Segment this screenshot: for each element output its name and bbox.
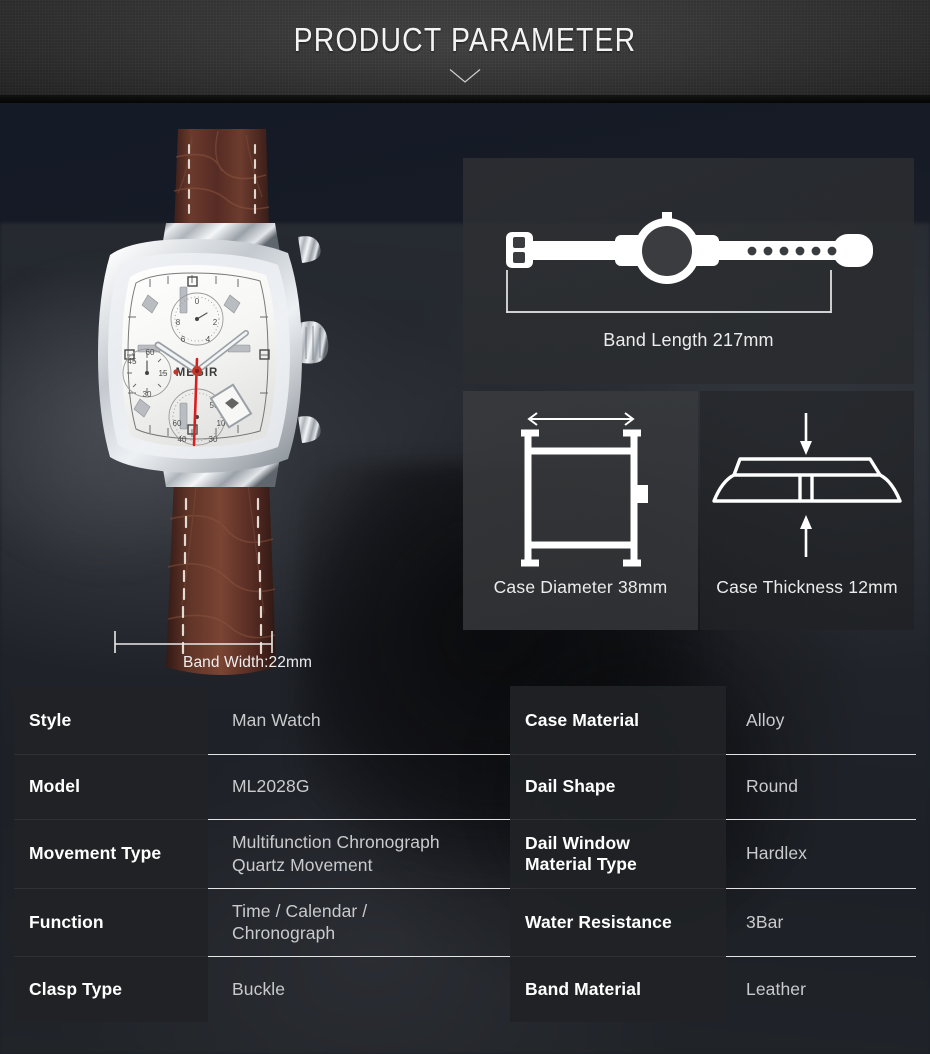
table-row: Style Man Watch Case Material Alloy bbox=[0, 686, 930, 754]
svg-text:6: 6 bbox=[181, 335, 186, 344]
spec-label-style: Style bbox=[14, 686, 208, 754]
spec-value-clasp-type: Buckle bbox=[232, 978, 286, 999]
svg-text:40: 40 bbox=[178, 435, 187, 444]
spec-value-band-material: Leather bbox=[746, 978, 807, 999]
page-header: PRODUCT PARAMETER bbox=[0, 0, 930, 103]
band-length-caption: Band Length 217mm bbox=[603, 330, 774, 350]
svg-text:30: 30 bbox=[209, 435, 218, 444]
page-title: PRODUCT PARAMETER bbox=[293, 21, 637, 58]
table-row: Model ML2028G Dail Shape Round bbox=[0, 754, 930, 819]
spec-table: Style Man Watch Case Material Alloy Mode… bbox=[0, 686, 930, 1026]
watch-case-side-icon bbox=[712, 413, 902, 557]
chevron-down-divider-icon bbox=[265, 68, 665, 83]
spec-value-water-resistance: 3Bar bbox=[746, 911, 784, 932]
spec-value-style: Man Watch bbox=[232, 709, 321, 730]
spec-label-model: Model bbox=[14, 754, 208, 819]
product-parameter-page: PRODUCT PARAMETER 0 2 4 6 8 45 15 30 60 … bbox=[0, 0, 930, 1054]
band-width-caption: Band Width:22mm bbox=[183, 654, 312, 671]
spec-label-dail-shape: Dail Shape bbox=[510, 754, 726, 819]
spec-label-clasp-type: Clasp Type bbox=[14, 956, 208, 1022]
spec-label-case-material: Case Material bbox=[510, 686, 726, 754]
spec-value-dail-shape: Round bbox=[746, 776, 799, 797]
watch-case-front-icon bbox=[521, 412, 648, 567]
spec-label-water-resistance: Water Resistance bbox=[510, 888, 726, 956]
spec-label-movement-type: Movement Type bbox=[14, 819, 208, 888]
table-row: Function Time / Calendar / Chronograph W… bbox=[0, 888, 930, 956]
case-thickness-panel: Case Thickness 12mm bbox=[700, 391, 914, 630]
spec-value-model: ML2028G bbox=[232, 776, 310, 797]
table-row: Clasp Type Buckle Band Material Leather bbox=[0, 956, 930, 1022]
table-row: Movement Type Multifunction Chronograph … bbox=[0, 819, 930, 888]
watch-band-flat-icon bbox=[506, 212, 873, 313]
svg-text:4: 4 bbox=[206, 335, 211, 344]
spec-value-dail-window-material-type: Hardlex bbox=[746, 843, 808, 864]
case-diameter-caption: Case Diameter 38mm bbox=[493, 577, 668, 597]
spec-value-function: Time / Calendar / Chronograph bbox=[232, 900, 368, 943]
svg-text:8: 8 bbox=[176, 318, 181, 327]
case-thickness-caption: Case Thickness 12mm bbox=[716, 577, 898, 597]
spec-label-function: Function bbox=[14, 888, 208, 956]
band-length-panel: Band Length 217mm bbox=[463, 158, 914, 384]
spec-value-movement-type: Multifunction Chronograph Quartz Movemen… bbox=[232, 832, 440, 875]
case-diameter-panel: Case Diameter 38mm bbox=[463, 391, 698, 630]
svg-text:2: 2 bbox=[213, 318, 218, 327]
spec-label-dail-window-material-type: Dail Window Material Type bbox=[510, 819, 726, 888]
header-bottom-shadow bbox=[0, 95, 930, 103]
spec-value-case-material: Alloy bbox=[746, 709, 785, 730]
spec-label-band-material: Band Material bbox=[510, 956, 726, 1022]
svg-text:0: 0 bbox=[195, 297, 200, 306]
svg-text:60: 60 bbox=[173, 419, 182, 428]
